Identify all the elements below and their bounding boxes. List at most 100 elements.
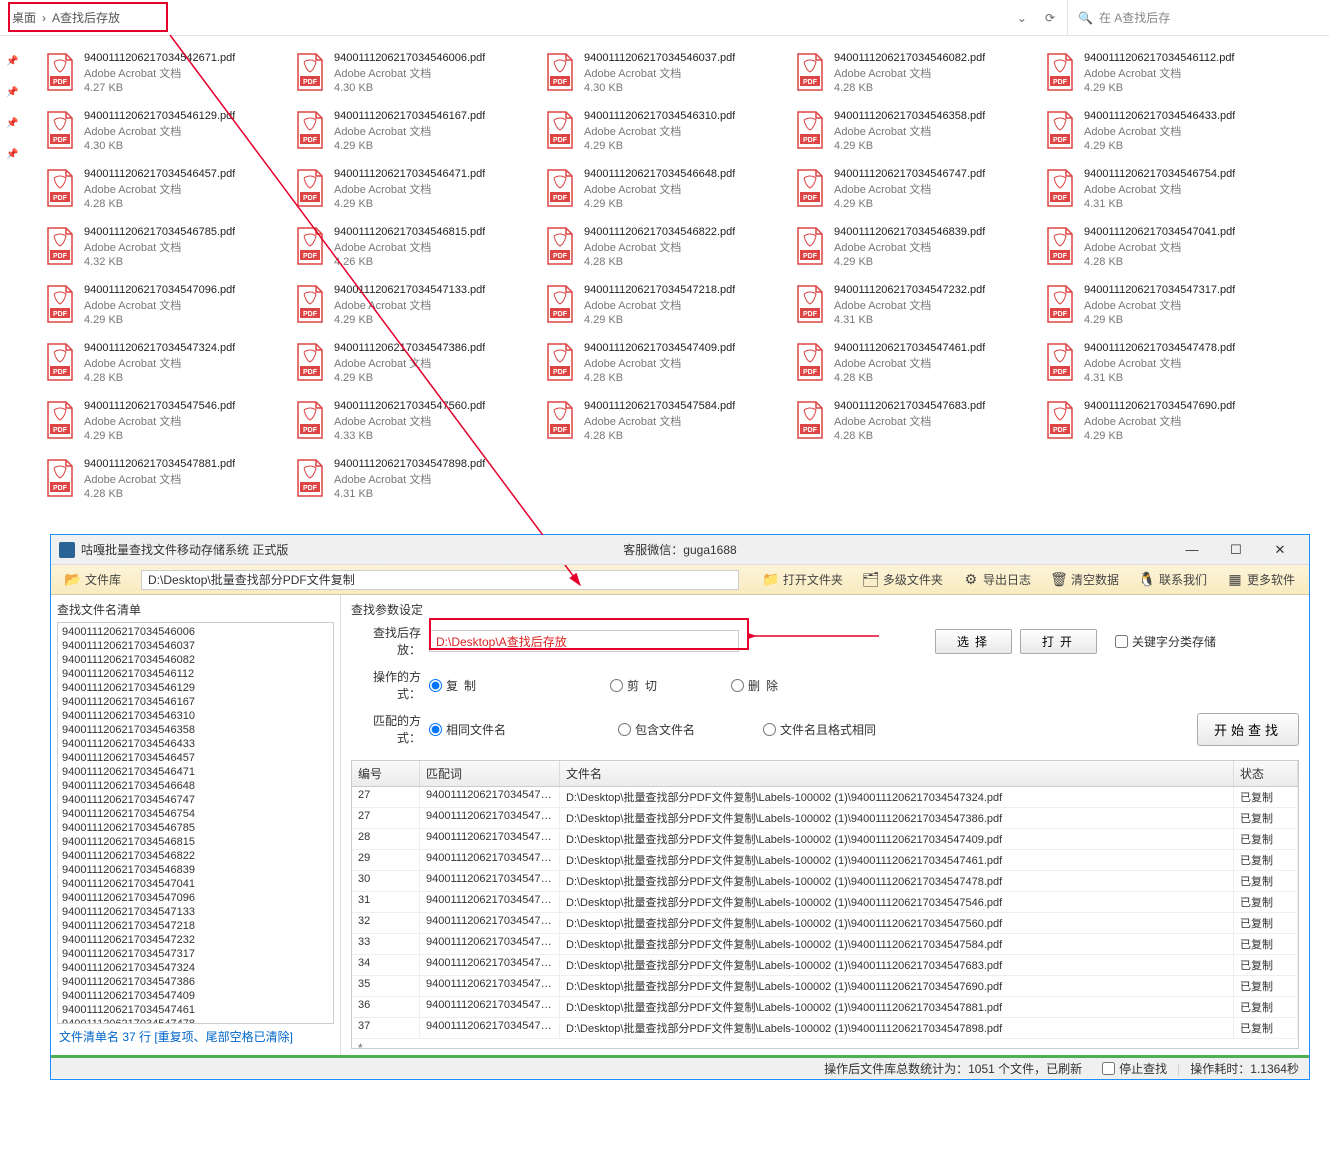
file-item[interactable]: PDF 9400111206217034547898.pdf Adobe Acr…: [290, 454, 540, 506]
titlebar[interactable]: 咕嘎批量查找文件移动存储系统 正式版 客服微信：guga1688 — ☐ ✕: [51, 535, 1309, 565]
match-format-radio[interactable]: 文件名且格式相同: [763, 721, 876, 738]
list-summary[interactable]: 文件清单名 37 行 [重复项、尾部空格已清除]: [57, 1024, 334, 1049]
list-item[interactable]: 9400111206217034547461: [60, 1003, 331, 1017]
list-item[interactable]: 9400111206217034546457: [60, 751, 331, 765]
mode-cut-radio[interactable]: 剪切: [610, 677, 663, 694]
file-item[interactable]: PDF 9400111206217034547232.pdf Adobe Acr…: [790, 280, 1040, 332]
list-item[interactable]: 9400111206217034546747: [60, 793, 331, 807]
col-path-header[interactable]: 文件名: [560, 761, 1234, 786]
list-item[interactable]: 9400111206217034546785: [60, 821, 331, 835]
breadcrumb-part[interactable]: 桌面: [12, 9, 36, 26]
file-grid[interactable]: PDF 9400111206217034542671.pdf Adobe Acr…: [0, 36, 1329, 530]
file-item[interactable]: PDF 9400111206217034547584.pdf Adobe Acr…: [540, 396, 790, 448]
list-item[interactable]: 9400111206217034546112: [60, 667, 331, 681]
table-row[interactable]: 36 9400111206217034547881 D:\Desktop\批量查…: [352, 997, 1298, 1018]
list-item[interactable]: 9400111206217034546754: [60, 807, 331, 821]
list-item[interactable]: 9400111206217034546471: [60, 765, 331, 779]
list-item[interactable]: 9400111206217034547041: [60, 877, 331, 891]
table-body[interactable]: 27 9400111206217034547324 D:\Desktop\批量查…: [352, 787, 1298, 1048]
breadcrumb-part[interactable]: A查找后存放: [52, 9, 120, 26]
file-item[interactable]: PDF 9400111206217034546648.pdf Adobe Acr…: [540, 164, 790, 216]
pin-icon[interactable]: 📌: [6, 56, 18, 67]
list-item[interactable]: 9400111206217034547133: [60, 905, 331, 919]
list-item[interactable]: 9400111206217034547386: [60, 975, 331, 989]
list-item[interactable]: 9400111206217034546358: [60, 723, 331, 737]
file-lib-button[interactable]: 📂文件库: [57, 569, 129, 590]
start-search-button[interactable]: 开始查找: [1197, 713, 1299, 746]
table-row[interactable]: 30 9400111206217034547478 D:\Desktop\批量查…: [352, 871, 1298, 892]
list-item[interactable]: 9400111206217034546839: [60, 863, 331, 877]
stop-search-checkbox[interactable]: 停止查找: [1102, 1060, 1167, 1077]
file-item[interactable]: PDF 9400111206217034546167.pdf Adobe Acr…: [290, 106, 540, 158]
file-item[interactable]: PDF 9400111206217034547041.pdf Adobe Acr…: [1040, 222, 1290, 274]
file-item[interactable]: PDF 9400111206217034547546.pdf Adobe Acr…: [40, 396, 290, 448]
list-item[interactable]: 9400111206217034547232: [60, 933, 331, 947]
more-software-button[interactable]: ▦更多软件: [1219, 569, 1303, 590]
col-num-header[interactable]: 编号: [352, 761, 420, 786]
file-item[interactable]: PDF 9400111206217034546037.pdf Adobe Acr…: [540, 48, 790, 100]
file-item[interactable]: PDF 9400111206217034546471.pdf Adobe Acr…: [290, 164, 540, 216]
file-item[interactable]: PDF 9400111206217034547218.pdf Adobe Acr…: [540, 280, 790, 332]
file-item[interactable]: PDF 9400111206217034546754.pdf Adobe Acr…: [1040, 164, 1290, 216]
list-item[interactable]: 9400111206217034546433: [60, 737, 331, 751]
file-item[interactable]: PDF 9400111206217034546785.pdf Adobe Acr…: [40, 222, 290, 274]
table-row[interactable]: 27 9400111206217034547324 D:\Desktop\批量查…: [352, 787, 1298, 808]
file-item[interactable]: PDF 9400111206217034546129.pdf Adobe Acr…: [40, 106, 290, 158]
pin-icon[interactable]: 📌: [6, 149, 18, 160]
path-input[interactable]: [141, 570, 739, 590]
list-item[interactable]: 9400111206217034547096: [60, 891, 331, 905]
list-item[interactable]: 9400111206217034547324: [60, 961, 331, 975]
table-row[interactable]: 33 9400111206217034547584 D:\Desktop\批量查…: [352, 934, 1298, 955]
table-row[interactable]: 28 9400111206217034547409 D:\Desktop\批量查…: [352, 829, 1298, 850]
file-item[interactable]: PDF 9400111206217034546082.pdf Adobe Acr…: [790, 48, 1040, 100]
open-folder-button[interactable]: 📁打开文件夹: [755, 569, 851, 590]
list-item[interactable]: 9400111206217034546310: [60, 709, 331, 723]
file-item[interactable]: PDF 9400111206217034547096.pdf Adobe Acr…: [40, 280, 290, 332]
match-contain-radio[interactable]: 包含文件名: [618, 721, 695, 738]
table-row[interactable]: 27 9400111206217034547386 D:\Desktop\批量查…: [352, 808, 1298, 829]
file-item[interactable]: PDF 9400111206217034542671.pdf Adobe Acr…: [40, 48, 290, 100]
file-item[interactable]: PDF 9400111206217034546006.pdf Adobe Acr…: [290, 48, 540, 100]
file-item[interactable]: PDF 9400111206217034546457.pdf Adobe Acr…: [40, 164, 290, 216]
list-item[interactable]: 9400111206217034547409: [60, 989, 331, 1003]
multi-folder-button[interactable]: 🗂多级文件夹: [855, 569, 951, 590]
col-status-header[interactable]: 状态: [1234, 761, 1298, 786]
list-item[interactable]: 9400111206217034547317: [60, 947, 331, 961]
table-row[interactable]: 35 9400111206217034547690 D:\Desktop\批量查…: [352, 976, 1298, 997]
file-item[interactable]: PDF 9400111206217034547690.pdf Adobe Acr…: [1040, 396, 1290, 448]
list-item[interactable]: 9400111206217034546167: [60, 695, 331, 709]
table-row[interactable]: 37 9400111206217034547898 D:\Desktop\批量查…: [352, 1018, 1298, 1039]
open-button[interactable]: 打开: [1020, 629, 1097, 654]
filename-list[interactable]: 9400111206217034546006940011120621703454…: [57, 622, 334, 1024]
file-item[interactable]: PDF 9400111206217034547317.pdf Adobe Acr…: [1040, 280, 1290, 332]
file-item[interactable]: PDF 9400111206217034547409.pdf Adobe Acr…: [540, 338, 790, 390]
file-item[interactable]: PDF 9400111206217034546839.pdf Adobe Acr…: [790, 222, 1040, 274]
file-item[interactable]: PDF 9400111206217034546112.pdf Adobe Acr…: [1040, 48, 1290, 100]
file-item[interactable]: PDF 9400111206217034546822.pdf Adobe Acr…: [540, 222, 790, 274]
list-item[interactable]: 9400111206217034546006: [60, 625, 331, 639]
list-item[interactable]: 9400111206217034547478: [60, 1017, 331, 1024]
file-item[interactable]: PDF 9400111206217034547133.pdf Adobe Acr…: [290, 280, 540, 332]
table-row[interactable]: 31 9400111206217034547546 D:\Desktop\批量查…: [352, 892, 1298, 913]
list-item[interactable]: 9400111206217034546815: [60, 835, 331, 849]
breadcrumb[interactable]: 桌面 › A查找后存放: [12, 9, 1017, 26]
list-item[interactable]: 9400111206217034546822: [60, 849, 331, 863]
contact-button[interactable]: 🐧联系我们: [1131, 569, 1215, 590]
dest-input[interactable]: [429, 630, 739, 652]
file-item[interactable]: PDF 9400111206217034547478.pdf Adobe Acr…: [1040, 338, 1290, 390]
file-item[interactable]: PDF 9400111206217034547461.pdf Adobe Acr…: [790, 338, 1040, 390]
list-item[interactable]: 9400111206217034546037: [60, 639, 331, 653]
mode-copy-radio[interactable]: 复制: [429, 677, 482, 694]
file-item[interactable]: PDF 9400111206217034546747.pdf Adobe Acr…: [790, 164, 1040, 216]
file-item[interactable]: PDF 9400111206217034547386.pdf Adobe Acr…: [290, 338, 540, 390]
minimize-button[interactable]: —: [1171, 539, 1213, 561]
pin-icon[interactable]: 📌: [6, 118, 18, 129]
search-box[interactable]: 🔍 在 A查找后存: [1067, 0, 1317, 35]
list-item[interactable]: 9400111206217034547218: [60, 919, 331, 933]
export-log-button[interactable]: ⚙导出日志: [955, 569, 1039, 590]
file-item[interactable]: PDF 9400111206217034547683.pdf Adobe Acr…: [790, 396, 1040, 448]
maximize-button[interactable]: ☐: [1215, 539, 1257, 561]
close-button[interactable]: ✕: [1259, 539, 1301, 561]
col-match-header[interactable]: 匹配词: [420, 761, 560, 786]
match-same-radio[interactable]: 相同文件名: [429, 721, 506, 738]
